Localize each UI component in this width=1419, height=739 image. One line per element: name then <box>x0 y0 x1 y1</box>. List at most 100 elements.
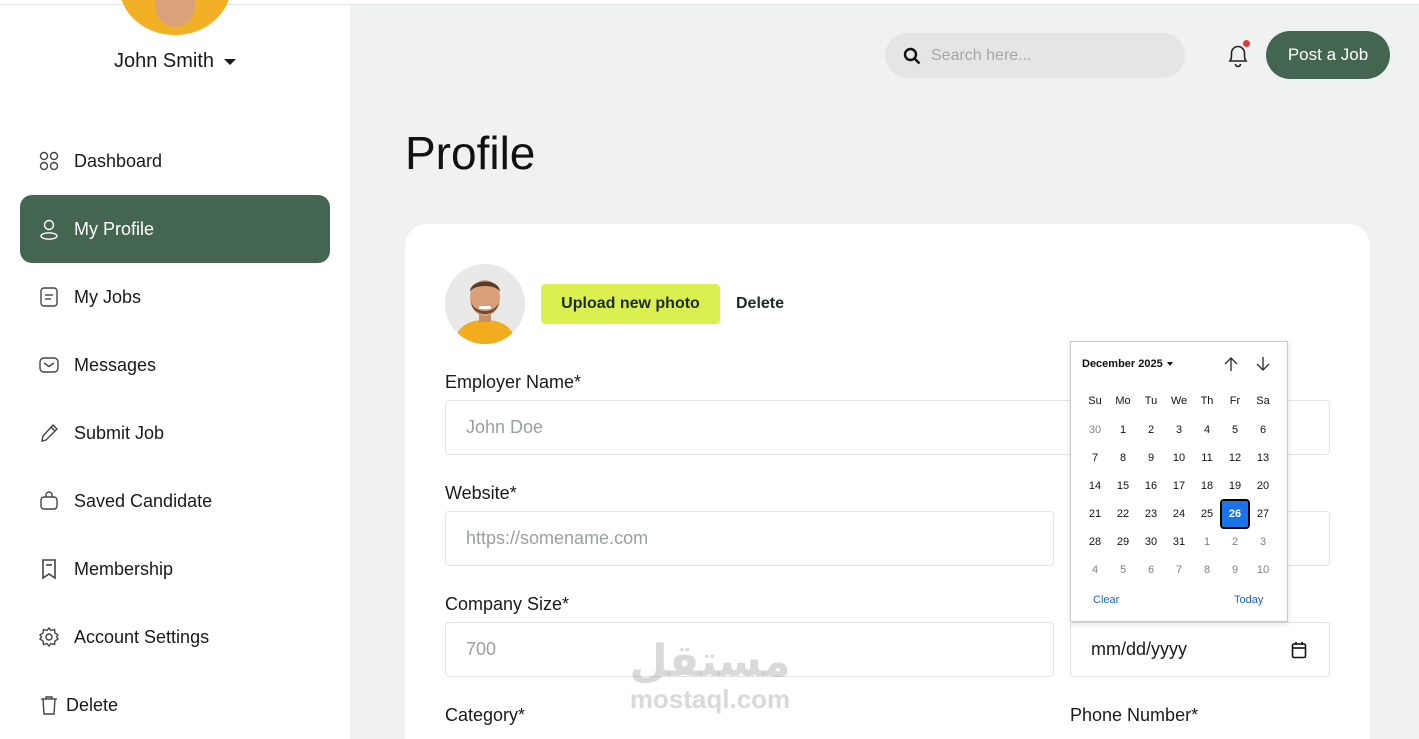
calendar-day[interactable]: 9 <box>1222 557 1248 583</box>
next-month-arrow-icon[interactable] <box>1254 355 1272 373</box>
search-input[interactable] <box>931 46 1161 65</box>
calendar-day[interactable]: 17 <box>1166 473 1192 499</box>
calendar-day[interactable]: 30 <box>1138 529 1164 555</box>
sidebar-item-my-profile[interactable]: My Profile <box>20 195 330 263</box>
today-button[interactable]: Today <box>1234 594 1263 606</box>
sidebar-item-messages[interactable]: Messages <box>20 331 330 399</box>
calendar-day[interactable]: 2 <box>1222 529 1248 555</box>
calendar-day[interactable]: 6 <box>1250 417 1276 443</box>
upload-photo-button[interactable]: Upload new photo <box>541 284 720 324</box>
sidebar-item-dashboard[interactable]: Dashboard <box>20 127 330 195</box>
user-avatar[interactable] <box>119 0 231 35</box>
calendar-day[interactable]: 10 <box>1250 557 1276 583</box>
calendar-day[interactable]: 16 <box>1138 473 1164 499</box>
calendar-day[interactable]: 7 <box>1082 445 1108 471</box>
user-name: John Smith <box>113 50 215 72</box>
company-size-label: Company Size* <box>445 594 570 614</box>
company-size-field[interactable] <box>445 622 1054 677</box>
sidebar-item-saved-candidate[interactable]: Saved Candidate <box>20 467 330 535</box>
search-bar[interactable] <box>885 33 1185 78</box>
calendar-day[interactable]: 30 <box>1082 417 1108 443</box>
calendar-day[interactable]: 6 <box>1138 557 1164 583</box>
calendar-day[interactable]: 29 <box>1110 529 1136 555</box>
post-job-button[interactable]: Post a Job <box>1266 31 1390 79</box>
calendar-day[interactable]: 5 <box>1222 417 1248 443</box>
notification-bell[interactable] <box>1225 40 1251 69</box>
employer-name-label: Employer Name* <box>445 372 582 392</box>
sidebar-item-my-jobs[interactable]: My Jobs <box>20 263 330 331</box>
calendar-day[interactable]: 27 <box>1250 501 1276 527</box>
calendar-day[interactable]: 12 <box>1222 445 1248 471</box>
trash-icon <box>38 694 60 716</box>
sidebar-item-label: Membership <box>74 558 174 579</box>
pencil-icon <box>38 422 60 444</box>
website-label: Website* <box>445 483 517 503</box>
calendar-day[interactable]: 4 <box>1082 557 1108 583</box>
calendar-day[interactable]: 22 <box>1110 501 1136 527</box>
calendar-day[interactable]: 10 <box>1166 445 1192 471</box>
sidebar-item-delete[interactable]: Delete <box>20 671 330 739</box>
bookmark-icon <box>38 558 60 580</box>
sidebar: John Smith Dashboard My Profile My Jobs … <box>0 0 350 739</box>
company-size-input[interactable] <box>466 639 1053 660</box>
calendar-day[interactable]: 25 <box>1194 501 1220 527</box>
sidebar-item-submit-job[interactable]: Submit Job <box>20 399 330 467</box>
weekday-label: We <box>1170 395 1188 407</box>
calendar-day[interactable]: 8 <box>1110 445 1136 471</box>
calendar-day[interactable]: 2 <box>1138 417 1164 443</box>
calendar-day[interactable]: 20 <box>1250 473 1276 499</box>
dashboard-icon <box>38 150 60 172</box>
page-title: Profile <box>405 127 536 179</box>
sidebar-item-label: Submit Job <box>74 422 165 443</box>
calendar-day[interactable]: 15 <box>1110 473 1136 499</box>
sidebar-item-label: My Jobs <box>74 286 142 307</box>
calendar-day[interactable]: 3 <box>1166 417 1192 443</box>
calendar-day[interactable]: 28 <box>1082 529 1108 555</box>
calendar-day[interactable]: 11 <box>1194 445 1220 471</box>
weekday-label: Th <box>1200 395 1214 407</box>
calendar-day[interactable]: 1 <box>1194 529 1220 555</box>
chevron-down-icon <box>224 58 237 65</box>
calendar-day[interactable]: 18 <box>1194 473 1220 499</box>
calendar-day[interactable]: 23 <box>1138 501 1164 527</box>
calendar-day[interactable]: 19 <box>1222 473 1248 499</box>
sidebar-item-label: Saved Candidate <box>74 490 213 511</box>
month-selector[interactable]: December 2025 <box>1082 358 1173 370</box>
previous-month-arrow-icon[interactable] <box>1222 355 1240 373</box>
calendar-day[interactable]: 4 <box>1194 417 1220 443</box>
sidebar-item-label: Dashboard <box>74 150 163 171</box>
bag-icon <box>38 490 60 512</box>
calendar-day[interactable]: 8 <box>1194 557 1220 583</box>
month-label: December 2025 <box>1082 358 1163 370</box>
calendar-day[interactable]: 31 <box>1166 529 1192 555</box>
document-icon <box>38 286 60 308</box>
user-menu[interactable]: John Smith <box>0 50 350 73</box>
website-field[interactable] <box>445 511 1054 566</box>
weekday-label: Mo <box>1115 395 1131 407</box>
weekday-label: Su <box>1088 395 1102 407</box>
calendar-day[interactable]: 3 <box>1250 529 1276 555</box>
calendar-day[interactable]: 1 <box>1110 417 1136 443</box>
sidebar-item-account-settings[interactable]: Account Settings <box>20 603 330 671</box>
clear-date-button[interactable]: Clear <box>1093 594 1119 606</box>
datepicker-popup: December 2025 Su Mo Tu We Th Fr Sa 30 1 … <box>1070 341 1288 622</box>
profile-photo <box>445 264 525 344</box>
gear-icon <box>38 626 60 648</box>
date-field[interactable] <box>1070 622 1330 677</box>
calendar-day[interactable]: 9 <box>1138 445 1164 471</box>
calendar-day[interactable]: 5 <box>1110 557 1136 583</box>
sidebar-item-membership[interactable]: Membership <box>20 535 330 603</box>
calendar-day-selected[interactable]: 26 <box>1220 499 1250 529</box>
website-input[interactable] <box>466 528 1053 549</box>
delete-photo-button[interactable]: Delete <box>736 295 784 313</box>
mail-icon <box>38 354 60 376</box>
calendar-icon[interactable] <box>1291 641 1307 659</box>
calendar-day[interactable]: 14 <box>1082 473 1108 499</box>
calendar-day[interactable]: 7 <box>1166 557 1192 583</box>
search-icon <box>903 47 921 64</box>
calendar-day[interactable]: 13 <box>1250 445 1276 471</box>
user-icon <box>38 218 60 240</box>
calendar-day[interactable]: 24 <box>1166 501 1192 527</box>
weekday-label: Tu <box>1144 395 1158 407</box>
calendar-day[interactable]: 21 <box>1082 501 1108 527</box>
